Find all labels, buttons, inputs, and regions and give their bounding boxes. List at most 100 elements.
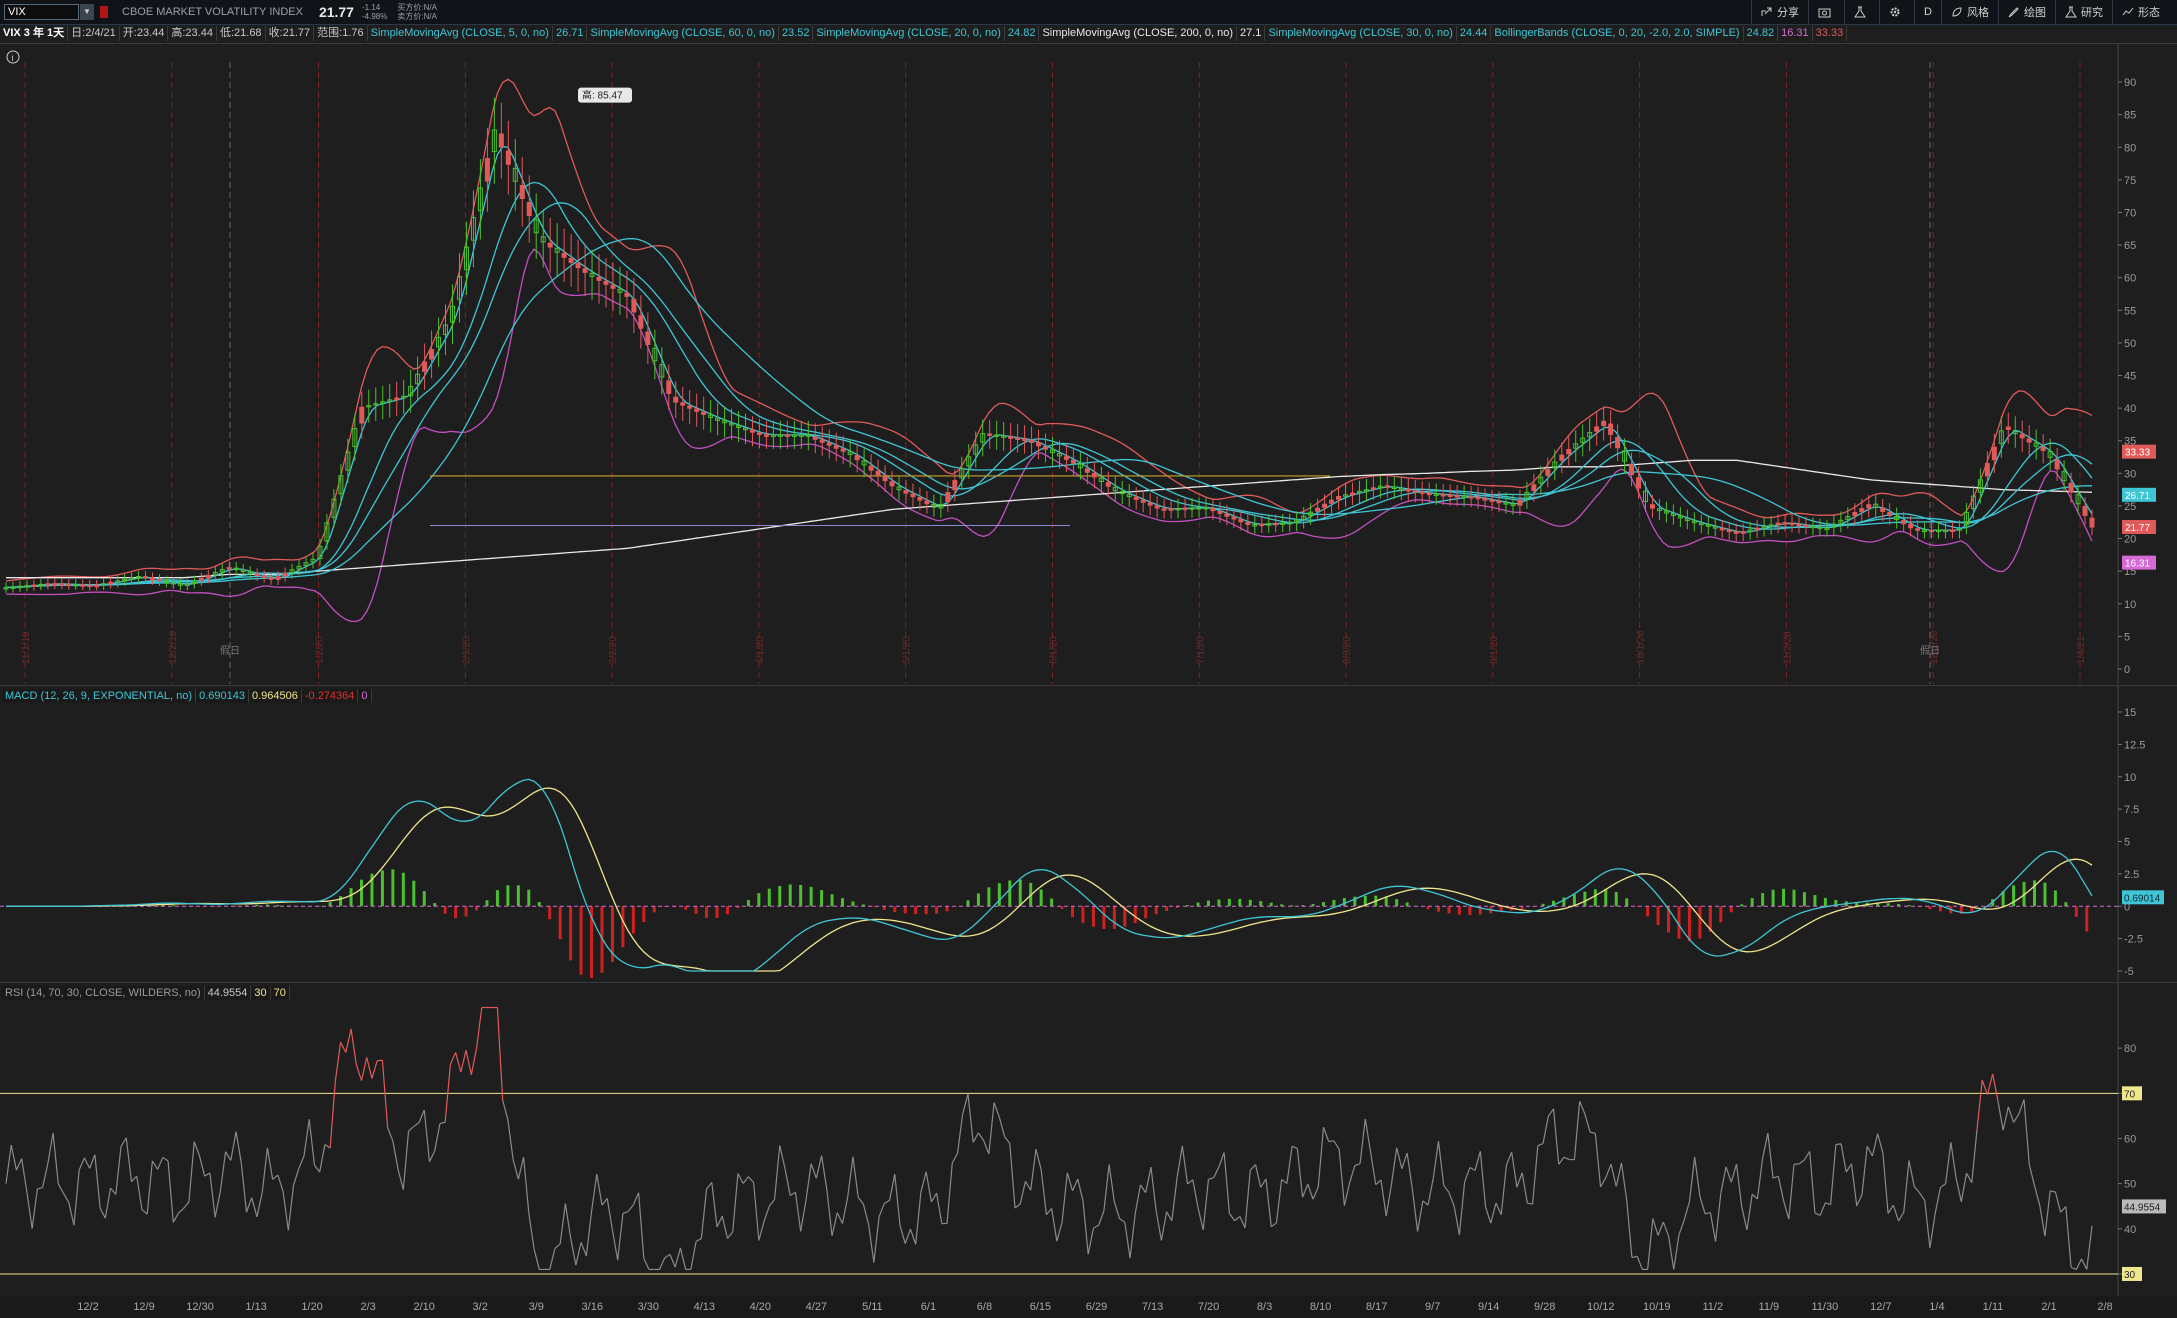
- rsi-line-segment: [1380, 1179, 1387, 1217]
- rsi-line-segment: [1709, 1212, 1717, 1242]
- drawing-mode-button[interactable]: D: [1914, 0, 1941, 24]
- rsi-line-segment: [721, 1215, 729, 1239]
- time-axis-label: 10/19: [1643, 1301, 1671, 1313]
- macd-y-tick-label: 5: [2124, 837, 2130, 849]
- rsi-line-segment: [198, 1155, 206, 1177]
- macd-avg: 0.964506: [248, 689, 302, 703]
- time-axis-label: 2/10: [413, 1301, 434, 1313]
- share-button[interactable]: 分享: [1751, 0, 1808, 24]
- time-axis-label: 12/2: [77, 1301, 98, 1313]
- price-badge: 21.77: [2125, 523, 2150, 534]
- price-chart[interactable]: 11/1/19 12/2/19 1/2/20 2/3/20 3/2/20 4/1/20 5/…: [0, 44, 2177, 684]
- macd-chart[interactable]: 15 12.5 10 7.5 5 2.5 0 -2.5 -5 0.69014: [0, 686, 2177, 981]
- time-axis[interactable]: 12/2 12/9 12/30 1/13 1/20 2/3 2/10 3/2 3/9 3/16 3/…: [0, 1296, 2177, 1318]
- rsi-line-segment: [136, 1175, 143, 1210]
- style-menu[interactable]: 风格: [1941, 0, 1998, 24]
- rsi-line-segment: [1657, 1221, 1664, 1236]
- rsi-line-segment: [397, 1169, 404, 1190]
- rsi-line-segment: [204, 1172, 211, 1177]
- macd-study-label[interactable]: MACD (12, 26, 9, EXPONENTIAL, no): [2, 689, 197, 703]
- rsi-line-segment: [1861, 1146, 1868, 1195]
- rsi-line-segment: [1160, 1211, 1168, 1241]
- patterns-menu[interactable]: 形态: [2112, 0, 2169, 24]
- candle-body: [526, 202, 532, 217]
- candle-body: [2068, 482, 2074, 493]
- candle-body: [945, 492, 951, 503]
- rsi-line-segment: [334, 1042, 342, 1081]
- study-sma200-label[interactable]: SimpleMovingAvg (CLOSE, 200, 0, no): [1039, 26, 1238, 41]
- rsi-line-segment: [1375, 1179, 1382, 1186]
- rsi-panel[interactable]: RSI (14, 70, 30, CLOSE, WILDERS, no) 44.…: [0, 982, 2177, 1297]
- rsi-line-segment: [2065, 1206, 2072, 1268]
- rsi-line-segment: [590, 1173, 598, 1212]
- rsi-line-segment: [1093, 1224, 1099, 1229]
- rsi-line-segment: [1443, 1184, 1450, 1193]
- rsi-line-segment: [1369, 1151, 1377, 1185]
- rsi-line-segment: [1265, 1178, 1272, 1227]
- rsi-line-segment: [2007, 1106, 2015, 1123]
- candle-body: [1070, 459, 1076, 464]
- time-axis-label: 2/1: [2041, 1301, 2056, 1313]
- rsi-line-segment: [1511, 1152, 1518, 1188]
- rsi-line-segment: [2060, 1206, 2067, 1213]
- drawings-menu[interactable]: 绘图: [1998, 0, 2055, 24]
- rsi-line-segment: [434, 1123, 441, 1152]
- symbol-dropdown-chevron-icon[interactable]: ▼: [80, 4, 94, 20]
- study-sma60-label[interactable]: SimpleMovingAvg (CLOSE, 60, 0, no): [587, 26, 779, 41]
- candle-body: [680, 402, 686, 406]
- month-separator-label: 12/2/19: [168, 630, 179, 664]
- snapshot-button[interactable]: [1808, 0, 1844, 24]
- study-bollinger-mid: 24.82: [1744, 26, 1779, 41]
- rsi-line-segment: [2033, 1185, 2041, 1206]
- rsi-line-segment: [1788, 1164, 1795, 1220]
- rsi-line-segment: [1620, 1162, 1628, 1201]
- macd-y-tick-label: 12.5: [2124, 739, 2145, 751]
- rsi-line-segment: [110, 1187, 117, 1195]
- candle-body: [422, 361, 428, 372]
- candle-body: [2026, 438, 2032, 443]
- rsi-line-segment: [355, 1064, 363, 1081]
- net-change: -1.14: [361, 3, 381, 12]
- candle-body: [484, 158, 490, 182]
- rsi-line-segment: [1688, 1156, 1696, 1202]
- rsi-chart[interactable]: 80706050403044.95547030: [0, 983, 2177, 1297]
- studies-flask-button[interactable]: [1844, 0, 1879, 24]
- study-sma20-label[interactable]: SimpleMovingAvg (CLOSE, 20, 0, no): [813, 26, 1005, 41]
- rsi-line-segment: [1898, 1211, 1905, 1222]
- candle-body: [610, 284, 616, 289]
- month-separator-label: 10/1/20: [1636, 630, 1647, 664]
- candle-body: [80, 584, 86, 587]
- candle-body: [2082, 506, 2088, 516]
- rsi-line-segment: [1328, 1140, 1334, 1143]
- studies-menu[interactable]: 研究: [2055, 0, 2112, 24]
- rsi-study-label[interactable]: RSI (14, 70, 30, CLOSE, WILDERS, no): [2, 986, 205, 1000]
- rsi-line-segment: [1505, 1151, 1513, 1166]
- rsi-line-segment: [455, 1052, 462, 1073]
- rsi-line-segment: [1213, 1166, 1220, 1178]
- study-bollinger-label[interactable]: BollingerBands (CLOSE, 0, 20, -2.0, 2.0,…: [1491, 26, 1744, 41]
- drawing-d-icon: D: [1924, 6, 1932, 18]
- macd-panel[interactable]: MACD (12, 26, 9, EXPONENTIAL, no) 0.6901…: [0, 685, 2177, 981]
- settings-button[interactable]: [1879, 0, 1914, 24]
- price-panel[interactable]: 11/1/19 12/2/19 1/2/20 2/3/20 3/2/20 4/1/20 5/…: [0, 43, 2177, 684]
- candle-body: [156, 578, 162, 582]
- study-sma30-label[interactable]: SimpleMovingAvg (CLOSE, 30, 0, no): [1265, 26, 1457, 41]
- candle-body: [1454, 494, 1460, 498]
- symbol-input[interactable]: [4, 4, 79, 20]
- rsi-line-segment: [350, 1028, 357, 1065]
- study-sma5-label[interactable]: SimpleMovingAvg (CLOSE, 5, 0, no): [368, 26, 553, 41]
- style-label: 风格: [1967, 7, 1989, 19]
- period-label[interactable]: VIX 3 年 1天: [0, 26, 69, 41]
- rsi-line-segment: [528, 1212, 535, 1249]
- rsi-line-segment: [292, 1168, 300, 1186]
- flag-icon[interactable]: [100, 6, 108, 18]
- rsi-line-segment: [1411, 1188, 1419, 1232]
- rsi-line-segment: [1469, 1167, 1476, 1171]
- rsi-line-segment: [611, 1230, 619, 1261]
- candle-body: [198, 577, 204, 581]
- candle-body: [268, 577, 274, 580]
- candle-body: [631, 298, 637, 313]
- candle-body: [645, 331, 651, 345]
- chart-stats-bar: VIX 3 年 1天 日:2/4/21 开:23.44 高:23.44 低:21…: [0, 25, 2177, 42]
- rsi-line-segment: [580, 1242, 587, 1257]
